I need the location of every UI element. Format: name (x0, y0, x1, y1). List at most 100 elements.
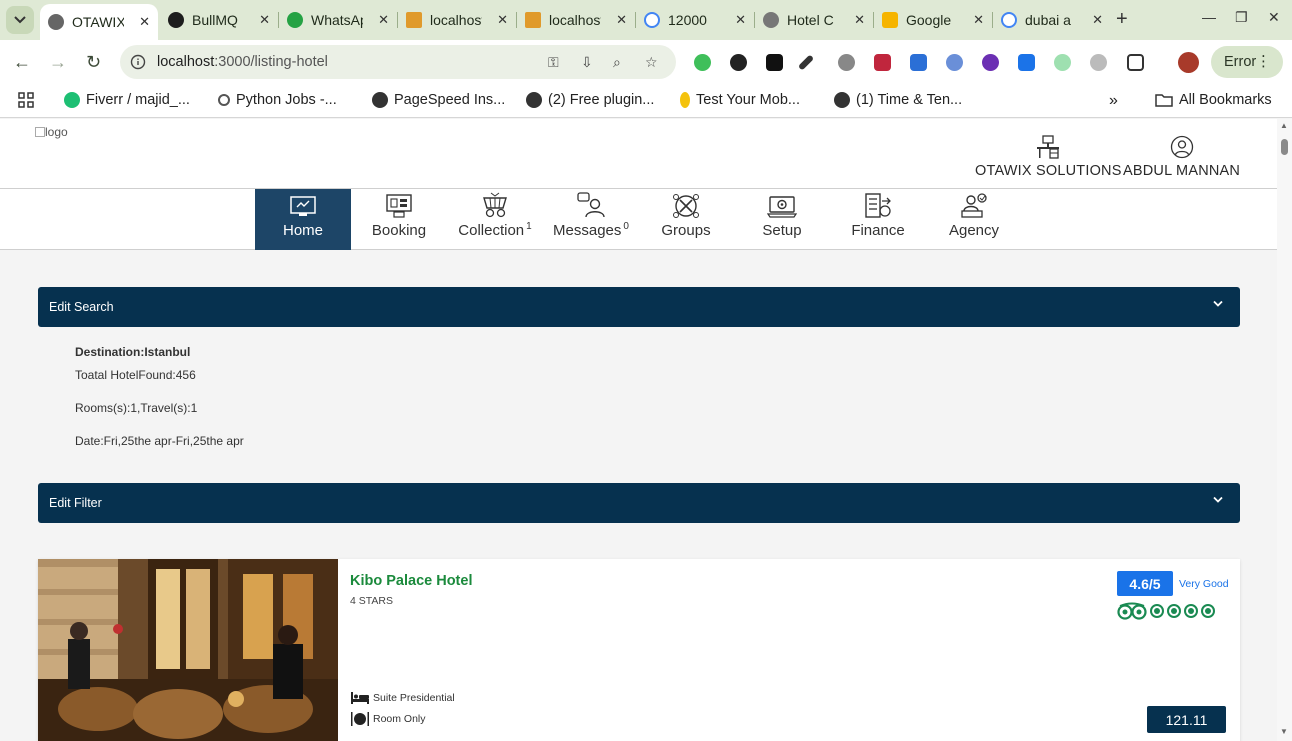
info-icon (218, 94, 230, 106)
avatar[interactable] (1178, 52, 1199, 73)
forward-arrow-icon[interactable]: → (49, 52, 67, 73)
address-bar[interactable]: localhost:3000/listing-hotel ⚿ ⇩ ⌕ ☆ (120, 45, 676, 79)
nav-setup[interactable]: Setup (734, 189, 830, 250)
bookmark-label: (2) Free plugin... (548, 92, 655, 108)
extension-icon[interactable] (1090, 54, 1107, 71)
new-tab-button[interactable]: + (1116, 8, 1128, 31)
close-icon[interactable]: ✕ (259, 12, 270, 28)
reload-icon[interactable]: ↻ (86, 52, 101, 73)
extension-icon[interactable] (946, 54, 963, 71)
browser-tab[interactable]: WhatsApp ✕ (279, 4, 397, 36)
groups-icon (673, 194, 699, 218)
nav-finance[interactable]: Finance (830, 189, 926, 250)
site-info-icon[interactable] (130, 54, 146, 70)
extension-icon[interactable] (910, 54, 927, 71)
all-bookmarks-button[interactable]: All Bookmarks (1155, 92, 1272, 108)
rating-label: Very Good (1179, 578, 1229, 590)
close-icon[interactable]: ✕ (139, 14, 150, 30)
bookmark-item[interactable]: Python Jobs -... (218, 92, 337, 108)
browser-tab[interactable]: Google ✕ (874, 4, 992, 36)
main-nav: Home Booking Collection 1 Messages 0 Group… (0, 189, 1277, 250)
back-arrow-icon[interactable]: ← (13, 52, 31, 73)
url-host: localhost (157, 54, 215, 70)
error-button[interactable]: Error ⋮ (1211, 46, 1283, 78)
globe-icon (834, 92, 850, 108)
nav-label: Booking (371, 222, 427, 239)
logo-alt-text: logo (45, 125, 68, 139)
scroll-down-icon[interactable]: ▼ (1280, 727, 1288, 736)
install-app-icon[interactable]: ⇩ (581, 54, 593, 71)
nav-label: Messages (553, 222, 622, 239)
page-scrollbar[interactable]: ▲ ▼ (1277, 119, 1292, 741)
booking-icon (386, 194, 412, 218)
user-menu[interactable]: ABDUL MANNAN (1123, 135, 1240, 179)
bookmark-item[interactable]: (2) Free plugin... (526, 92, 654, 108)
browser-tab[interactable]: Hotel C ✕ (755, 4, 873, 36)
bookmark-item[interactable]: Fiverr / majid_... (64, 92, 190, 108)
extension-icon[interactable] (1018, 54, 1035, 71)
hotel-stars: 4 STARS (350, 595, 393, 607)
close-icon[interactable]: ✕ (1092, 12, 1103, 28)
company-menu[interactable]: OTAWIX SOLUTIONS (975, 135, 1122, 179)
apps-grid-icon[interactable] (18, 92, 34, 108)
extension-icon[interactable] (982, 54, 999, 71)
browser-tab[interactable]: OTAWIX ✕ (40, 4, 158, 40)
extension-icon[interactable] (874, 54, 891, 71)
extension-icon[interactable] (730, 54, 747, 71)
browser-toolbar: ← → ↻ localhost:3000/listing-hotel ⚿ ⇩ ⌕… (0, 40, 1292, 84)
extension-icon[interactable] (766, 54, 783, 71)
bookmark-item[interactable]: (1) Time & Ten... (834, 92, 962, 108)
tab-title: localhost (430, 12, 482, 28)
extension-icon[interactable] (1054, 54, 1071, 71)
close-icon[interactable]: ✕ (973, 12, 984, 28)
close-icon[interactable]: ✕ (616, 12, 627, 28)
bookmark-item[interactable]: Test Your Mob... (680, 92, 800, 108)
nav-groups[interactable]: Groups (638, 189, 734, 250)
more-bookmarks-button[interactable]: » (1109, 92, 1118, 110)
key-icon[interactable]: ⚿ (548, 54, 559, 71)
restore-icon[interactable]: ❐ (1235, 9, 1248, 26)
minimize-icon[interactable]: — (1202, 9, 1216, 25)
office-desk-icon (1037, 135, 1060, 159)
browser-tab[interactable]: 12000 ✕ (636, 4, 754, 36)
rating-dot-icon (1150, 604, 1164, 618)
browser-tab[interactable]: localhost ✕ (517, 4, 635, 36)
finance-icon (865, 193, 891, 218)
bookmark-label: Fiverr / majid_... (86, 92, 190, 108)
zoom-icon[interactable]: ⌕ (613, 54, 621, 71)
user-circle-icon (1170, 135, 1193, 159)
price-button[interactable]: 121.11 (1147, 706, 1226, 733)
browser-tab[interactable]: localhost ✕ (398, 4, 516, 36)
extension-icon[interactable] (694, 54, 711, 71)
nav-booking[interactable]: Booking (351, 189, 447, 250)
nav-home[interactable]: Home (255, 189, 351, 250)
close-icon[interactable]: ✕ (735, 12, 746, 28)
nav-collection[interactable]: Collection 1 (447, 189, 543, 250)
logo[interactable]: logo (35, 125, 68, 139)
star-icon[interactable]: ☆ (645, 54, 658, 71)
nav-agency[interactable]: Agency (926, 189, 1022, 250)
more-vert-icon: ⋮ (1256, 53, 1271, 70)
close-window-icon[interactable]: ✕ (1268, 9, 1280, 26)
browser-tab[interactable]: dubai a ✕ (993, 4, 1111, 36)
hotel-photo[interactable] (38, 559, 338, 741)
hotel-name[interactable]: Kibo Palace Hotel (350, 573, 472, 589)
edit-search-title: Edit Search (49, 300, 114, 314)
edit-filter-toggle[interactable]: Edit Filter (38, 483, 1240, 523)
scroll-up-icon[interactable]: ▲ (1280, 121, 1288, 130)
puzzle-icon[interactable] (1127, 54, 1144, 71)
bookmark-label: Test Your Mob... (696, 92, 800, 108)
eyedropper-icon[interactable] (797, 54, 815, 71)
close-icon[interactable]: ✕ (497, 12, 508, 28)
bookmark-item[interactable]: PageSpeed Ins... (372, 92, 505, 108)
scrollbar-thumb[interactable] (1281, 139, 1288, 155)
edit-search-toggle[interactable]: Edit Search (38, 287, 1240, 327)
messages-count-badge: 0 (623, 221, 629, 232)
close-icon[interactable]: ✕ (854, 12, 865, 28)
hotel-card[interactable]: Kibo Palace Hotel 4 STARS 4.6/5 Very Goo… (38, 559, 1240, 741)
tab-search-button[interactable] (6, 6, 34, 34)
browser-tab[interactable]: BullMQ ✕ (160, 4, 278, 36)
wordpress-icon[interactable] (838, 54, 855, 71)
nav-messages[interactable]: Messages 0 (543, 189, 639, 250)
close-icon[interactable]: ✕ (378, 12, 389, 28)
